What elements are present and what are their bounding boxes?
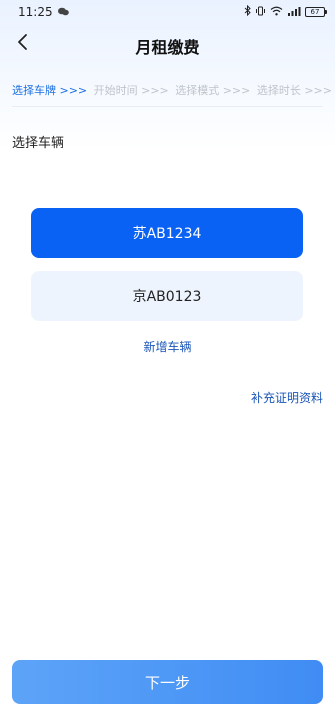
step-start-time: 开始时间 >>> — [93, 84, 169, 97]
steps-divider — [12, 106, 323, 107]
status-bar: 11:25 67 — [0, 0, 335, 24]
next-step-label: 下一步 — [144, 673, 190, 692]
status-left: 11:25 — [18, 5, 69, 19]
step-indicator: 选择车牌 >>> 开始时间 >>> 选择模式 >>> 选择时长 >>> — [12, 82, 332, 98]
vehicle-option[interactable]: 京AB0123 — [31, 271, 303, 321]
status-right: 67 — [244, 4, 327, 19]
next-step-button[interactable]: 下一步 — [12, 660, 323, 704]
vehicle-plate: 京AB0123 — [132, 289, 202, 305]
add-vehicle-link[interactable]: 新增车辆 — [0, 338, 335, 355]
wifi-icon — [270, 5, 283, 19]
section-label: 选择车辆 — [12, 136, 65, 151]
bluetooth-icon — [244, 4, 251, 19]
step-select-duration: 选择时长 >>> — [256, 84, 332, 97]
battery-icon: 67 — [305, 7, 327, 17]
step-select-plate: 选择车牌 >>> — [12, 84, 88, 97]
nav-bar: 月租缴费 — [0, 26, 335, 64]
vehicle-plate: 苏AB1234 — [132, 226, 202, 242]
supplement-documents-link[interactable]: 补充证明资料 — [251, 389, 323, 406]
vibrate-icon — [255, 5, 266, 19]
page-title: 月租缴费 — [135, 38, 200, 57]
status-time: 11:25 — [18, 5, 53, 19]
step-select-mode: 选择模式 >>> — [175, 84, 251, 97]
vehicle-option-selected[interactable]: 苏AB1234 — [31, 208, 303, 258]
signal-icon — [287, 5, 301, 19]
page: 11:25 67 月租缴费 选择车牌 >>> 开始时间 >>> 选择模式 >>>… — [0, 0, 335, 726]
chat-notification-icon — [57, 5, 69, 19]
